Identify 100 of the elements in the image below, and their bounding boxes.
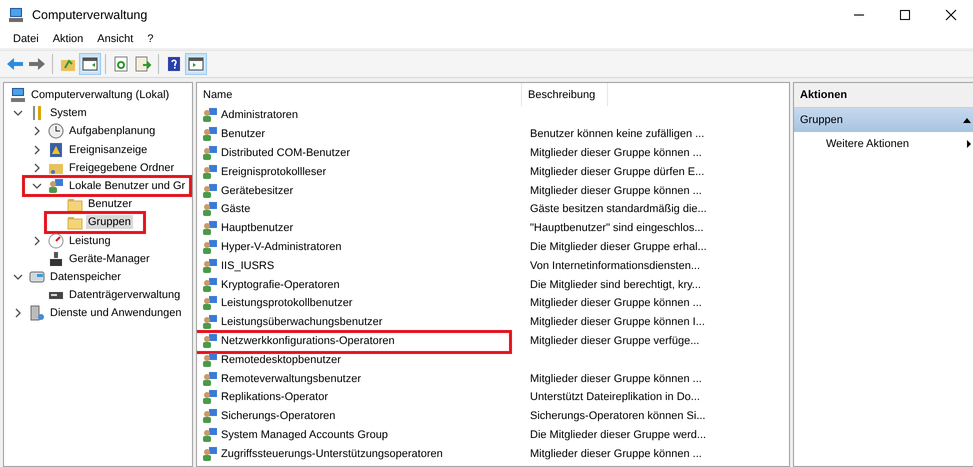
collapse-chevron-icon[interactable] bbox=[13, 108, 23, 118]
group-name[interactable]: Gäste bbox=[221, 203, 250, 216]
column-header[interactable]: Beschreibung bbox=[522, 83, 608, 106]
tree-pane-icon[interactable] bbox=[79, 53, 101, 75]
group-description: Mitglieder dieser Gruppe können I... bbox=[530, 316, 705, 328]
group-name[interactable]: Ereignisprotokollleser bbox=[221, 166, 326, 178]
gauge-icon bbox=[48, 232, 64, 249]
users-icon bbox=[202, 426, 218, 443]
group-name[interactable]: Netzwerkkonfigurations-Operatoren bbox=[221, 334, 395, 347]
group-name[interactable]: Benutzer bbox=[221, 128, 266, 140]
tree-item[interactable]: Gruppen bbox=[86, 215, 133, 230]
group-description: Gäste besitzen standardmäßig die... bbox=[530, 203, 707, 216]
tree-item[interactable]: Dienste und Anwendungen bbox=[48, 306, 184, 320]
tree-item[interactable]: Leistung bbox=[67, 234, 113, 248]
group-description: Mitglieder dieser Gruppe können ... bbox=[530, 184, 702, 197]
users-icon bbox=[202, 276, 218, 293]
folder-icon bbox=[67, 214, 83, 230]
group-description: Mitglieder dieser Gruppe dürfen E... bbox=[530, 166, 704, 178]
group-name[interactable]: IIS_IUSRS bbox=[221, 260, 274, 272]
group-description: Die Mitglieder dieser Gruppe werd... bbox=[530, 428, 706, 441]
group-description: Mitglieder dieser Gruppe verfüge... bbox=[530, 334, 700, 347]
group-name[interactable]: Kryptografie-Operatoren bbox=[221, 278, 340, 291]
users-icon bbox=[202, 314, 218, 330]
users-icon bbox=[202, 182, 218, 199]
window-title: Computerverwaltung bbox=[32, 8, 148, 22]
users-icon bbox=[202, 238, 218, 255]
computer-icon bbox=[10, 87, 26, 104]
group-description: Sicherungs-Operatoren können Si... bbox=[530, 410, 706, 422]
tree-item[interactable]: Geräte-Manager bbox=[67, 252, 152, 266]
menu-item[interactable]: Ansicht bbox=[90, 32, 140, 46]
users-icon bbox=[202, 389, 218, 406]
menu-item[interactable]: Aktion bbox=[46, 32, 90, 46]
folder-icon bbox=[67, 196, 83, 212]
tree-item[interactable]: Lokale Benutzer und Gr bbox=[67, 179, 188, 194]
expand-chevron-icon[interactable] bbox=[32, 162, 42, 173]
tree-item[interactable]: Benutzer bbox=[86, 197, 134, 212]
users-icon bbox=[202, 220, 218, 236]
action-pane-icon[interactable] bbox=[185, 53, 207, 75]
tree-item[interactable]: Datenträgerverwaltung bbox=[67, 288, 182, 302]
group-description: Unterstützt Dateireplikation in Do... bbox=[530, 391, 700, 404]
users-icon bbox=[48, 178, 64, 194]
users-icon bbox=[202, 446, 218, 462]
group-name[interactable]: Gerätebesitzer bbox=[221, 184, 294, 197]
users-icon bbox=[202, 107, 218, 124]
users-icon bbox=[202, 144, 218, 161]
users-icon bbox=[202, 408, 218, 424]
group-description: Die Mitglieder dieser Gruppe erhal... bbox=[530, 240, 707, 253]
group-name[interactable]: Hyper-V-Administratoren bbox=[221, 240, 342, 253]
collapse-chevron-icon[interactable] bbox=[13, 272, 23, 282]
computer-icon bbox=[8, 7, 24, 23]
pane-header: Aktionen bbox=[794, 83, 973, 108]
group-name[interactable]: Zugriffssteuerungs-Unterstützungsoperatoren bbox=[221, 448, 443, 460]
tree-item[interactable]: System bbox=[48, 106, 89, 120]
expand-chevron-icon[interactable] bbox=[13, 308, 23, 318]
group-description: Die Mitglieder sind berechtigt, kry... bbox=[530, 278, 701, 291]
expand-chevron-icon[interactable] bbox=[32, 144, 42, 155]
users-icon bbox=[202, 126, 218, 142]
group-description: Mitglieder dieser Gruppe können ... bbox=[530, 297, 702, 310]
users-icon bbox=[202, 332, 218, 349]
column-header[interactable]: Name bbox=[197, 83, 522, 106]
users-icon bbox=[202, 258, 218, 274]
menu-item[interactable]: Datei bbox=[6, 32, 46, 46]
clock-icon bbox=[48, 123, 64, 140]
storage-icon bbox=[29, 268, 45, 285]
group-name[interactable]: Sicherungs-Operatoren bbox=[221, 410, 336, 422]
group-name[interactable]: Replikations-Operator bbox=[221, 391, 328, 404]
group-name[interactable]: Distributed COM-Benutzer bbox=[221, 146, 350, 159]
users-icon bbox=[202, 164, 218, 180]
action-link[interactable]: Weitere Aktionen bbox=[826, 138, 909, 150]
group-description: Mitglieder dieser Gruppe können ... bbox=[530, 448, 702, 460]
device-icon bbox=[48, 250, 64, 267]
expand-chevron-icon[interactable] bbox=[32, 236, 42, 246]
group-name[interactable]: Administratoren bbox=[221, 109, 298, 122]
group-name[interactable]: Leistungsprotokollbenutzer bbox=[221, 297, 352, 310]
users-icon bbox=[202, 352, 218, 368]
tree-item[interactable]: Freigegebene Ordner bbox=[67, 160, 176, 175]
menu-item[interactable]: ? bbox=[140, 32, 160, 46]
server-gear-icon bbox=[29, 305, 45, 322]
tree-item[interactable]: Computerverwaltung (Lokal) bbox=[29, 88, 172, 102]
log-icon bbox=[48, 142, 64, 158]
group-description: "Hauptbenutzer" sind eingeschlos... bbox=[530, 222, 704, 234]
tree-item[interactable]: Aufgabenplanung bbox=[67, 124, 158, 138]
group-description: Von Internetinformationsdiensten... bbox=[530, 260, 700, 272]
collapse-triangle-icon[interactable] bbox=[963, 117, 971, 123]
group-name[interactable]: System Managed Accounts Group bbox=[221, 428, 388, 441]
maximize-icon[interactable] bbox=[899, 9, 911, 21]
tree-item[interactable]: Ereignisanzeige bbox=[67, 142, 150, 157]
expand-chevron-icon[interactable] bbox=[32, 126, 42, 136]
section-header[interactable]: Gruppen bbox=[800, 114, 843, 126]
group-name[interactable]: Remoteverwaltungsbenutzer bbox=[221, 372, 362, 385]
group-name[interactable]: Hauptbenutzer bbox=[221, 222, 294, 234]
group-description: Mitglieder dieser Gruppe können ... bbox=[530, 146, 702, 159]
group-name[interactable]: Leistungsüberwachungsbenutzer bbox=[221, 316, 382, 328]
tree-item[interactable]: Datenspeicher bbox=[48, 270, 123, 284]
group-name[interactable]: Remotedesktopbenutzer bbox=[221, 354, 341, 366]
group-description: Mitglieder dieser Gruppe können ... bbox=[530, 372, 702, 385]
arrow-icon bbox=[967, 140, 971, 148]
close-icon[interactable] bbox=[945, 9, 957, 21]
collapse-chevron-icon[interactable] bbox=[32, 181, 42, 192]
users-icon bbox=[202, 295, 218, 312]
